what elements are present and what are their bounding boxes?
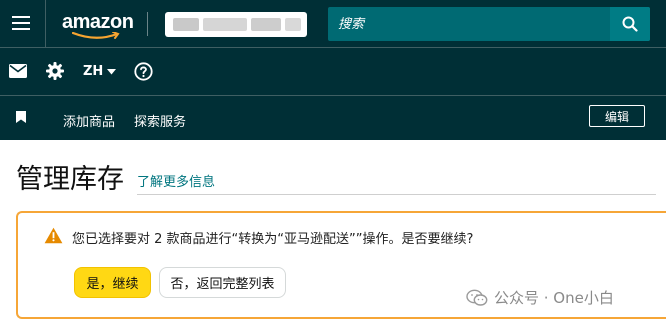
learn-more-link[interactable]: 了解更多信息 [137, 171, 215, 190]
logo-text: amazon [62, 11, 134, 33]
nav-add-product[interactable]: 添加商品 [63, 111, 115, 130]
edit-button[interactable]: 编辑 [589, 105, 645, 127]
divider [147, 12, 148, 36]
header-row-tools: ZH [0, 48, 666, 96]
help-icon[interactable] [134, 62, 153, 81]
watermark: 公众号 · One小白 [466, 287, 614, 308]
menu-icon[interactable] [12, 16, 30, 30]
search-bar [328, 7, 650, 41]
bookmark-icon[interactable] [16, 111, 26, 123]
search-button[interactable] [610, 7, 650, 41]
divider [137, 194, 656, 195]
caret-down-icon [107, 68, 117, 74]
wechat-icon [466, 289, 488, 306]
page-title: 管理库存 [16, 164, 124, 195]
store-name-redacted[interactable] [165, 12, 307, 37]
logo-smile-icon [72, 32, 120, 39]
language-selector[interactable]: ZH [83, 64, 117, 79]
sub-navigation: 添加商品 探索服务 编辑 [0, 96, 666, 140]
confirm-button[interactable]: 是，继续 [74, 267, 151, 298]
gear-icon[interactable] [46, 62, 64, 80]
search-icon [622, 16, 638, 32]
mail-icon[interactable] [9, 64, 27, 78]
back-to-list-button[interactable]: 否，返回完整列表 [159, 267, 286, 298]
alert-message: 您已选择要对 2 款商品进行“转换为“亚马逊配送””操作。是否要继续? [72, 232, 474, 247]
search-input[interactable] [328, 7, 610, 41]
nav-explore-services[interactable]: 探索服务 [134, 111, 186, 130]
top-header: amazon 搜索 ZH [0, 0, 666, 96]
header-row-main: amazon [0, 0, 666, 48]
divider [45, 0, 46, 48]
language-label: ZH [83, 64, 104, 79]
warning-icon [44, 227, 63, 244]
watermark-text: 公众号 · One小白 [494, 289, 614, 307]
amazon-logo[interactable]: amazon [62, 11, 134, 41]
